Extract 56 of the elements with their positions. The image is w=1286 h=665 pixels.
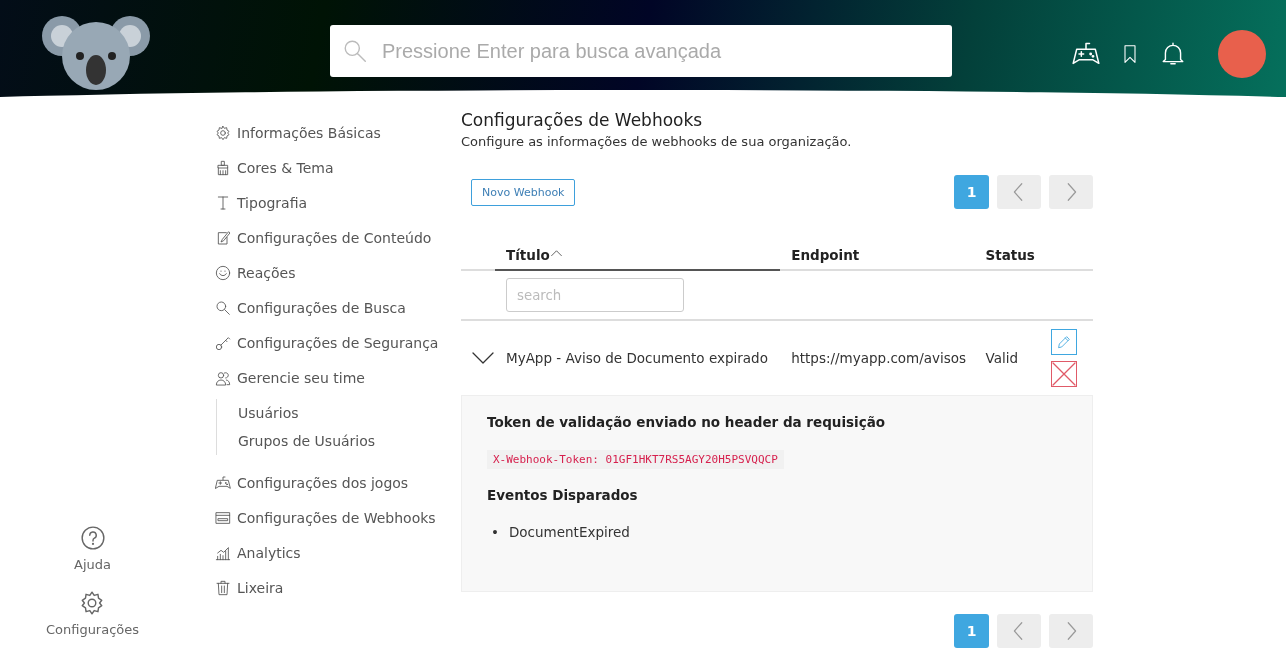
details-heading: Token de validação enviado no header da requisição xyxy=(487,414,887,430)
gamepad-icon xyxy=(215,474,231,491)
settings-nav-item[interactable]: Configurações de Conteúdo xyxy=(215,220,461,255)
rail-link[interactable]: Configurações xyxy=(45,590,140,637)
search-icon xyxy=(215,299,231,316)
token-code: X-Webhook-Token: 01GF1HKT7RS5AGY20H5PSVQQCP xyxy=(487,450,784,469)
delete-button[interactable] xyxy=(1051,361,1077,387)
key-icon xyxy=(215,334,231,351)
settings-nav-item[interactable]: Informações Básicas xyxy=(215,115,461,150)
new-webhook-button[interactable]: Novo Webhook xyxy=(471,178,576,206)
page-title: Configurações de Webhooks xyxy=(461,110,704,130)
settings-nav-item[interactable]: Lixeira xyxy=(215,570,461,605)
gear-icon xyxy=(215,124,231,141)
page-subtitle: Configure as informações de webhooks de sua organização. xyxy=(461,134,853,149)
bullet: • xyxy=(491,523,499,541)
next-page-button[interactable] xyxy=(1049,614,1093,648)
people-icon xyxy=(215,369,231,386)
settings-nav-item[interactable]: Tipografia xyxy=(215,185,461,220)
search-field[interactable]: Pressione Enter para busca avançada xyxy=(330,25,952,77)
column-header[interactable]: Título xyxy=(495,247,781,270)
brush-icon xyxy=(215,159,231,176)
close-icon xyxy=(1052,362,1076,386)
settings-nav-item[interactable]: Configurações dos jogos xyxy=(215,465,461,500)
previous-page-button[interactable] xyxy=(997,175,1041,209)
settings-nav-item[interactable]: Reações xyxy=(215,255,461,290)
settings-nav-item[interactable]: Configurações de Webhooks xyxy=(215,500,461,535)
settings-nav-item[interactable]: Analytics xyxy=(215,535,461,570)
pencil-icon xyxy=(1056,334,1072,350)
search-icon xyxy=(342,38,368,64)
settings-subnav-item[interactable]: Grupos de Usuários xyxy=(238,427,461,455)
note-pencil-icon xyxy=(215,229,231,246)
settings-nav-item[interactable]: Gerencie seu time xyxy=(215,360,461,395)
settings-subnav-item[interactable]: Usuários xyxy=(238,399,461,427)
trash-icon xyxy=(215,579,231,596)
settings-nav-item[interactable]: Cores & Tema xyxy=(215,150,461,185)
details-heading: Eventos Disparados xyxy=(487,487,639,503)
edit-button[interactable] xyxy=(1051,329,1077,355)
settings-nav-item[interactable]: Configurações de Busca xyxy=(215,290,461,325)
text-icon xyxy=(215,194,231,211)
table-cell: https://myapp.com/avisos xyxy=(780,320,975,395)
event-item: DocumentExpired xyxy=(508,523,630,541)
avatar[interactable] xyxy=(1218,30,1266,78)
column-header[interactable]: Endpoint xyxy=(780,247,975,270)
help-icon xyxy=(79,525,106,551)
smiley-icon xyxy=(215,264,231,281)
column-header[interactable]: Status xyxy=(974,247,1038,270)
table-cell: Valid xyxy=(974,320,1038,395)
search-field[interactable]: search xyxy=(506,278,684,312)
next-page-button[interactable] xyxy=(1049,175,1093,209)
table-cell: MyApp - Aviso de Documento expirado xyxy=(495,320,781,395)
settings-nav-item[interactable]: Configurações de Segurança xyxy=(215,325,461,360)
browser-window-icon xyxy=(215,509,231,526)
previous-page-button[interactable] xyxy=(997,614,1041,648)
bell-icon xyxy=(1160,41,1186,67)
rail-link[interactable]: Ajuda xyxy=(74,525,111,572)
bar-chart-icon xyxy=(215,544,231,561)
